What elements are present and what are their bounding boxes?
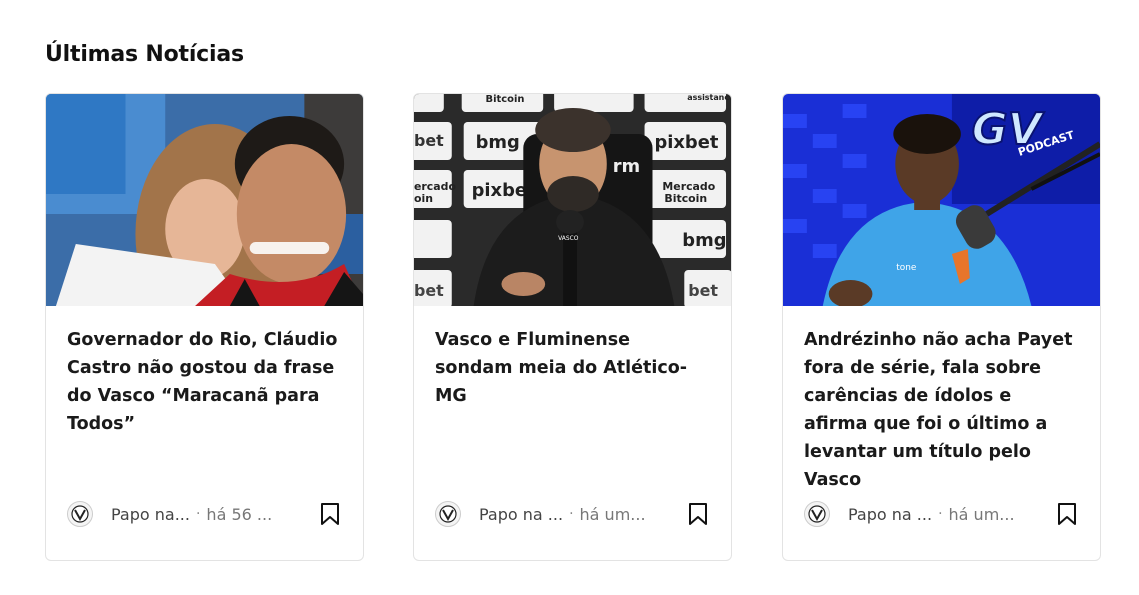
source-logo-icon [67, 501, 93, 527]
bookmark-icon[interactable] [1054, 499, 1080, 529]
svg-text:pixbe: pixbe [472, 180, 527, 201]
svg-text:pixbet: pixbet [654, 132, 718, 153]
news-card[interactable]: Bitcoin assistance bet bmg pixbet ercado… [413, 93, 732, 561]
news-title[interactable]: Governador do Rio, Cláudio Castro não go… [67, 326, 343, 438]
svg-text:oin: oin [414, 192, 433, 205]
svg-text:bmg: bmg [476, 132, 520, 153]
svg-text:bet: bet [414, 281, 444, 300]
source-name[interactable]: Papo na... [111, 505, 190, 524]
podcast-studio-image: GV PODCAST tone [783, 94, 1100, 306]
news-card[interactable]: GV PODCAST tone Andrézinho não acha Paye… [782, 93, 1101, 561]
svg-text:bet: bet [414, 131, 444, 150]
svg-text:assistance: assistance [687, 94, 731, 102]
news-meta: Papo na ... · há um... [804, 497, 1080, 531]
news-thumbnail[interactable]: Bitcoin assistance bet bmg pixbet ercado… [414, 94, 731, 306]
svg-text:rm: rm [613, 156, 640, 177]
svg-text:VASCO: VASCO [558, 235, 579, 242]
news-thumbnail[interactable] [46, 94, 363, 306]
source-logo-icon [435, 501, 461, 527]
meta-separator: · [195, 506, 201, 522]
source-name[interactable]: Papo na ... [848, 505, 932, 524]
latest-news-section: Últimas Notícias Governador do Rio, Cláu… [0, 0, 1139, 595]
bookmark-icon[interactable] [685, 499, 711, 529]
news-title[interactable]: Vasco e Fluminense sondam meia do Atléti… [435, 326, 711, 410]
news-card[interactable]: Governador do Rio, Cláudio Castro não go… [45, 93, 364, 561]
timestamp: há um... [579, 504, 646, 524]
source-name[interactable]: Papo na ... [479, 505, 563, 524]
timestamp: há 56 ... [206, 504, 273, 524]
section-title: Últimas Notícias [45, 42, 244, 67]
stadium-selfie-image [46, 94, 363, 306]
timestamp: há um... [948, 504, 1015, 524]
svg-text:bmg: bmg [682, 230, 726, 251]
svg-text:tone: tone [896, 263, 917, 273]
bookmark-icon[interactable] [317, 499, 343, 529]
news-title[interactable]: Andrézinho não acha Payet fora de série,… [804, 326, 1080, 494]
news-meta: Papo na ... · há um... [435, 497, 711, 531]
svg-text:bet: bet [688, 281, 718, 300]
svg-text:Bitcoin: Bitcoin [486, 94, 525, 105]
source-logo-icon [804, 501, 830, 527]
meta-separator: · [938, 506, 943, 522]
meta-separator: · [569, 506, 574, 522]
svg-text:Bitcoin: Bitcoin [664, 192, 707, 205]
news-thumbnail[interactable]: GV PODCAST tone [783, 94, 1100, 306]
press-conference-image: Bitcoin assistance bet bmg pixbet ercado… [414, 94, 731, 306]
news-meta: Papo na... · há 56 ... [67, 497, 343, 531]
